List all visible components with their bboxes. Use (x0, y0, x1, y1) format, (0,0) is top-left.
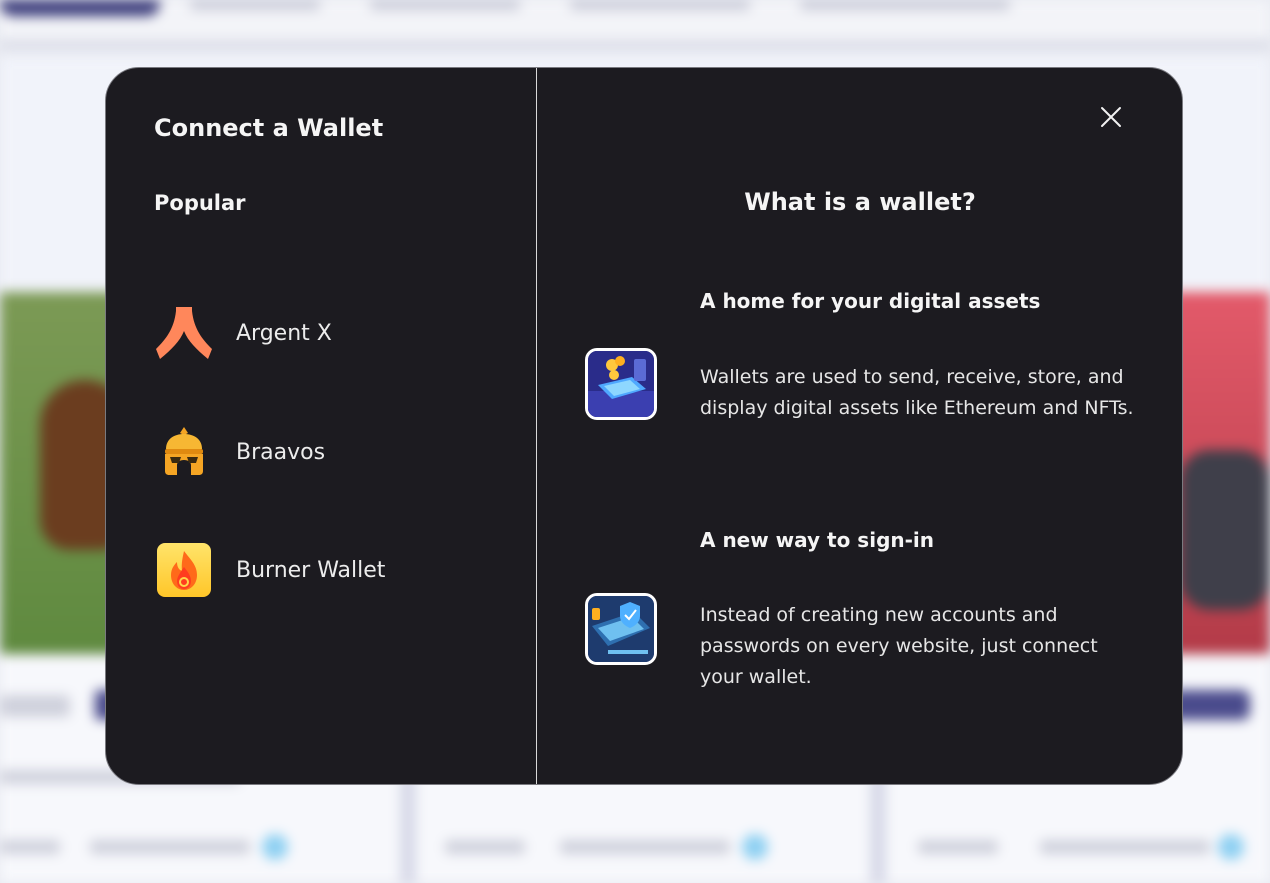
background-icon (262, 834, 288, 860)
background-nav-item (800, 0, 1010, 10)
close-button[interactable] (1095, 101, 1127, 133)
modal-title: Connect a Wallet (154, 114, 384, 142)
background-text (918, 840, 998, 854)
braavos-helmet-icon (154, 422, 214, 482)
wallet-option-argent-x[interactable]: Argent X (154, 298, 514, 368)
wallet-name: Argent X (236, 320, 332, 346)
popular-section-label: Popular (154, 191, 246, 215)
wallet-option-braavos[interactable]: Braavos (154, 417, 514, 487)
feature-description: Instead of creating new accounts and pas… (700, 604, 1098, 688)
wallet-name: Braavos (236, 439, 326, 465)
background-text (445, 840, 525, 854)
wallet-option-burner-wallet[interactable]: Burner Wallet (154, 535, 514, 605)
panel-divider (536, 68, 537, 784)
background-text (0, 840, 60, 854)
feature-title: A home for your digital assets (700, 289, 1041, 313)
argent-x-icon (154, 303, 214, 363)
background-nav-item (190, 0, 320, 10)
background-nav-item (370, 0, 520, 10)
digital-assets-illustration-icon (585, 348, 657, 420)
what-is-wallet-title: What is a wallet? (744, 188, 976, 216)
wallet-name: Burner Wallet (236, 557, 386, 583)
background-icon (1218, 834, 1244, 860)
feature-title: A new way to sign-in (700, 528, 935, 552)
background-elephant-image (1180, 450, 1270, 610)
burner-flame-icon (154, 540, 214, 600)
close-icon (1101, 107, 1121, 127)
background-text (90, 840, 250, 854)
secure-sign-in-illustration-icon (585, 593, 657, 665)
background-text (0, 695, 70, 717)
background-button (0, 0, 160, 16)
background-icon (742, 834, 768, 860)
background-nav-item (570, 0, 750, 10)
background-text (1040, 840, 1210, 854)
background-text (560, 840, 730, 854)
connect-wallet-modal: Connect a Wallet Popular Argent X Braavo… (105, 67, 1183, 785)
feature-description: Wallets are used to send, receive, store… (700, 366, 1134, 419)
